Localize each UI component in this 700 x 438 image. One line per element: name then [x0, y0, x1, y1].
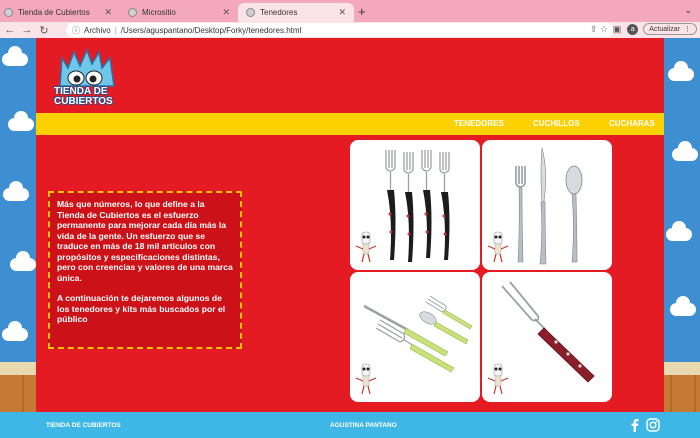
address-bar[interactable]: ⓘ Archivo | /Users/aguspantano/Desktop/F… [66, 23, 614, 37]
cloud-decoration [8, 111, 34, 131]
globe-icon [128, 8, 137, 17]
globe-icon [246, 8, 255, 17]
update-button-label: Actualizar [649, 25, 680, 33]
cloud-decoration [672, 141, 698, 161]
cloud-decoration [670, 296, 696, 316]
forky-toy-icon [355, 231, 377, 263]
facebook-icon[interactable] [628, 418, 642, 432]
intro-text-box: Más que números, lo que define a la Tien… [48, 191, 242, 349]
forky-toy-icon [487, 231, 509, 263]
cloud-decoration [2, 46, 28, 66]
site-navbar: TENEDORES CUCHILLOS CUCHARAS [36, 113, 664, 135]
footer-author: AGUSTINA PANTANO [330, 422, 397, 429]
close-tab-icon[interactable]: ✕ [338, 7, 346, 18]
address-scheme-label: Archivo [84, 25, 111, 35]
close-tab-icon[interactable]: ✕ [222, 7, 230, 18]
tab-micrositio[interactable]: Micrositio ✕ [120, 3, 238, 22]
cloud-decoration [10, 251, 36, 271]
site-container: TIENDA DE CUBIERTOS TENEDORES CUCHILLOS … [36, 38, 664, 438]
avatar[interactable]: a [627, 23, 639, 35]
logo-wordmark: TIENDA DE CUBIERTOS [54, 87, 120, 107]
cloud-decoration [668, 61, 694, 81]
reload-icon[interactable]: ↻ [37, 24, 51, 37]
forky-toy-icon [487, 363, 509, 395]
info-icon[interactable]: ⓘ [72, 25, 80, 36]
secondary-paragraph: A continuación te dejaremos algunos de l… [57, 293, 226, 324]
product-card-silver-set[interactable] [482, 140, 612, 270]
tab-tenedores[interactable]: Tenedores ✕ [238, 3, 354, 22]
instagram-icon[interactable] [646, 418, 660, 432]
back-arrow-icon[interactable]: ← [3, 24, 17, 36]
more-vertical-icon: ⋮ [684, 26, 691, 33]
address-separator: | [114, 25, 117, 35]
tab-label: Micrositio [142, 8, 176, 17]
product-card-carving-fork[interactable] [482, 272, 612, 402]
product-card-black-forks[interactable] [350, 140, 480, 270]
nav-link-cucharas[interactable]: CUCHARAS [609, 119, 655, 128]
forward-arrow-icon[interactable]: → [20, 24, 34, 36]
tab-tienda-de-cubiertos[interactable]: Tienda de Cubiertos ✕ [0, 3, 120, 22]
tab-label: Tienda de Cubiertos [18, 8, 90, 17]
sidebar-icon[interactable]: ▣ [613, 24, 622, 35]
site-footer: TIENDA DE CUBIERTOS AGUSTINA PANTANO [0, 412, 700, 438]
browser-tab-bar: Tienda de Cubiertos ✕ Micrositio ✕ Tened… [0, 0, 700, 22]
nav-link-tenedores[interactable]: TENEDORES [454, 119, 504, 128]
close-tab-icon[interactable]: ✕ [104, 7, 112, 18]
globe-icon [4, 8, 13, 17]
intro-paragraph: Más que números, lo que define a la Tien… [57, 199, 233, 283]
footer-brand: TIENDA DE CUBIERTOS [46, 422, 121, 429]
nav-link-cuchillos[interactable]: CUCHILLOS [533, 119, 580, 128]
chevron-down-icon[interactable]: ⌄ [684, 5, 692, 16]
forky-toy-icon [355, 363, 377, 395]
address-url: /Users/aguspantano/Desktop/Forky/tenedor… [120, 25, 302, 35]
update-button[interactable]: Actualizar ⋮ [643, 23, 697, 35]
new-tab-button[interactable]: + [358, 4, 366, 19]
logo-line-2: CUBIERTOS [54, 96, 113, 107]
tab-label: Tenedores [260, 8, 298, 17]
share-icon[interactable]: ⇪ ☆ [590, 24, 608, 35]
cloud-decoration [2, 321, 28, 341]
cloud-decoration [666, 221, 692, 241]
cloud-decoration [3, 181, 29, 201]
browser-toolbar: ← → ↻ ⓘ Archivo | /Users/aguspantano/Des… [0, 22, 700, 38]
product-card-green-kit[interactable] [350, 272, 480, 402]
